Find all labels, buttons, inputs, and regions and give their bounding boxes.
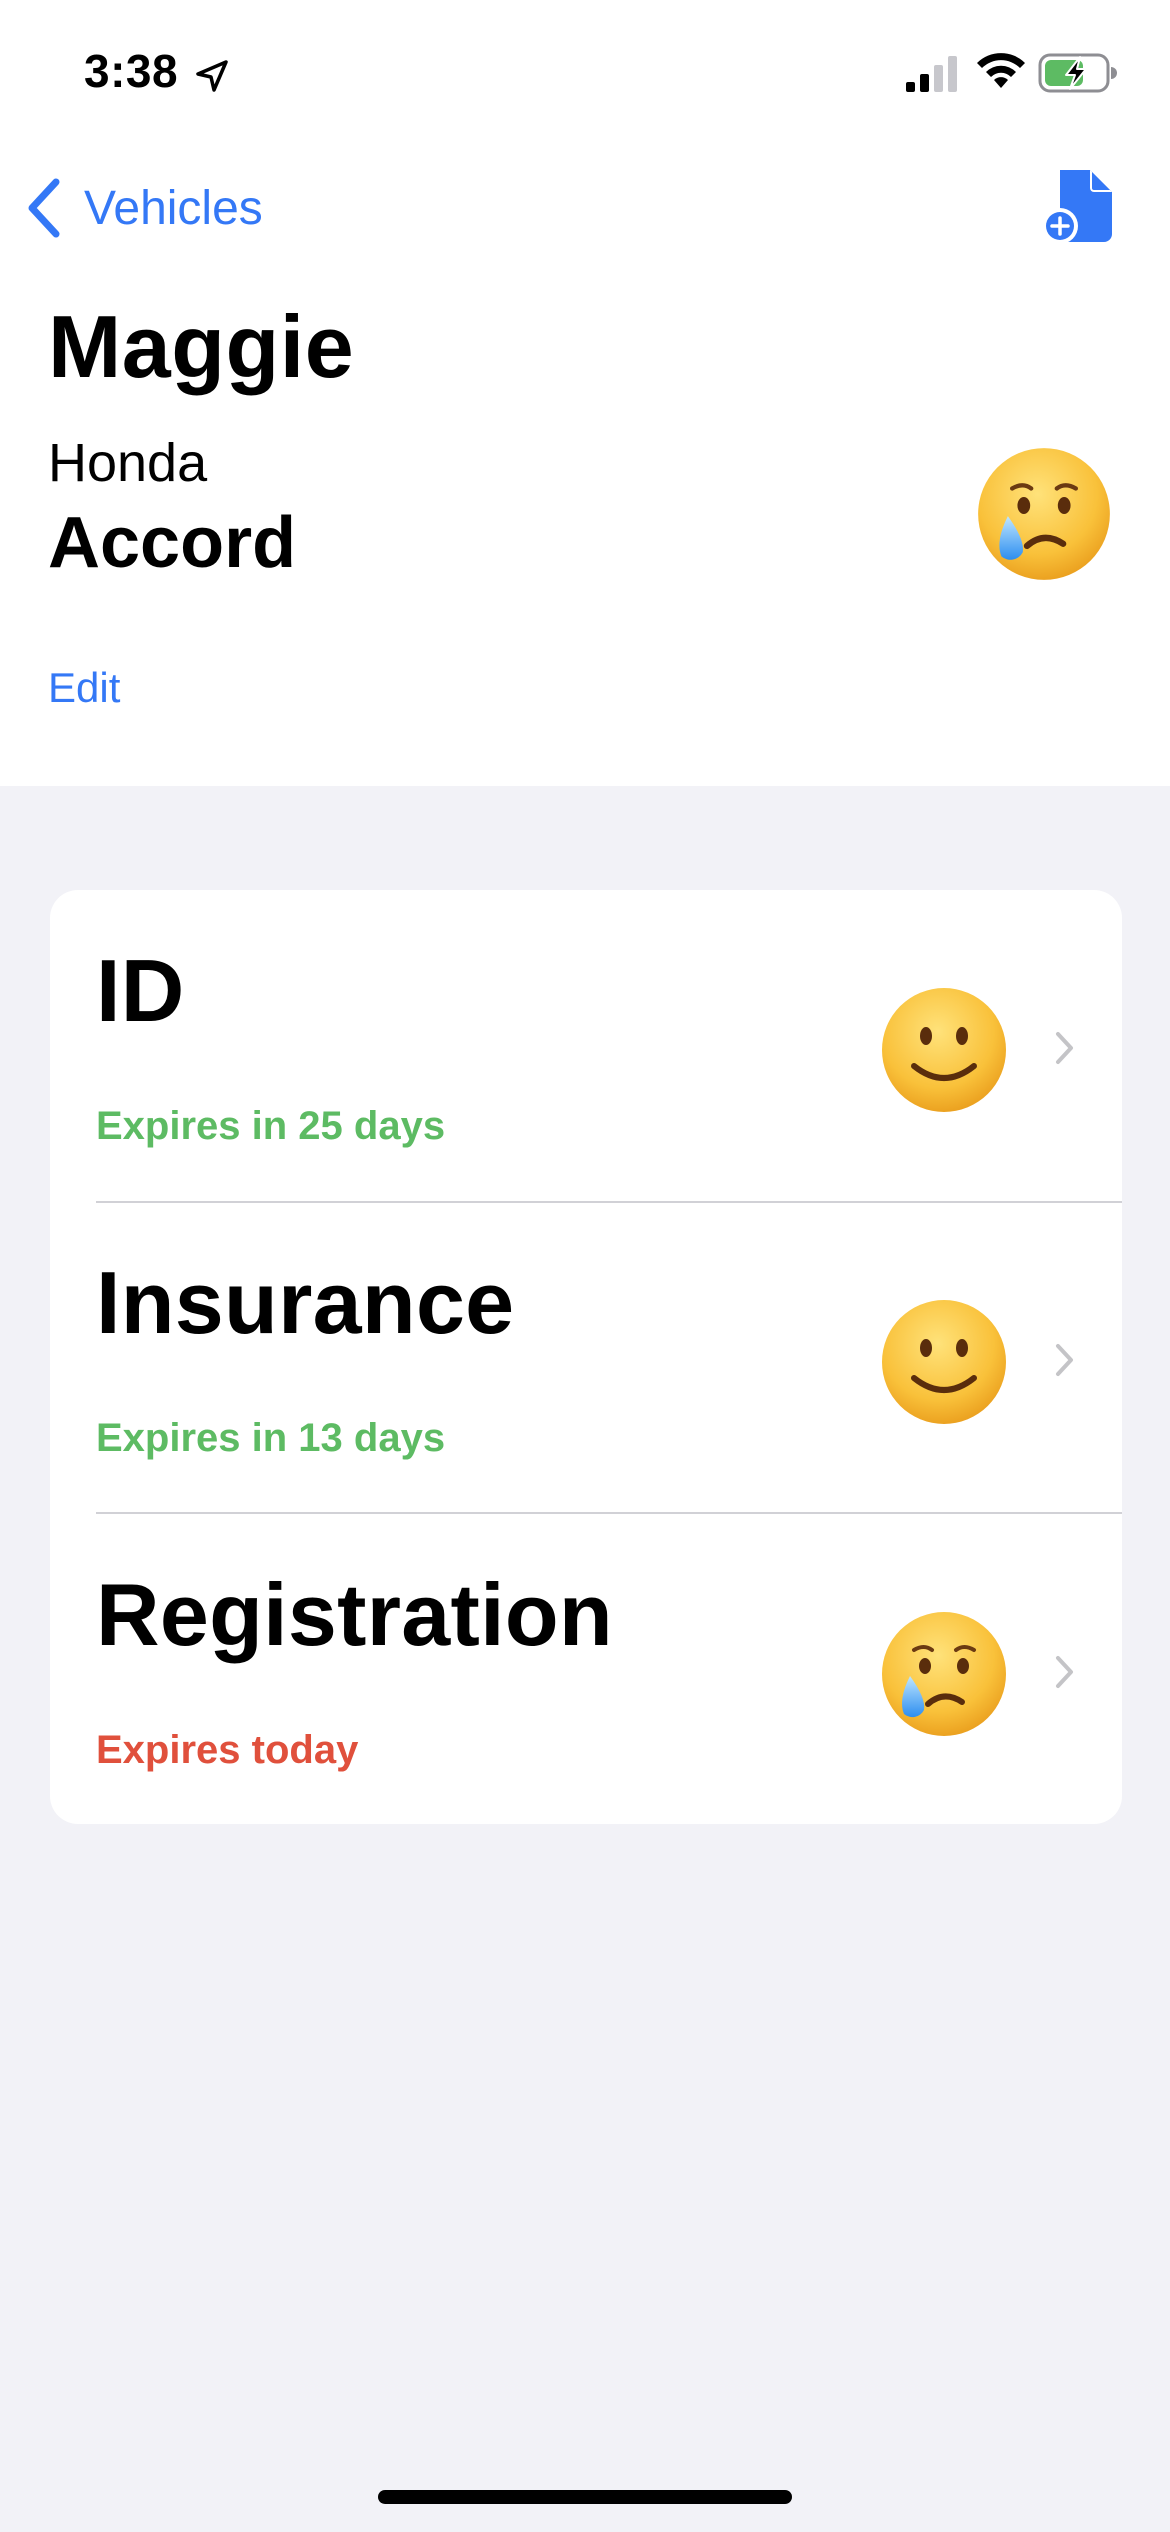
documents-card: ID Expires in 25 days Insurance Expires …	[50, 890, 1122, 1824]
location-arrow-icon	[196, 60, 228, 92]
document-title: Insurance	[96, 1253, 515, 1352]
vehicle-name: Maggie	[48, 297, 355, 396]
chevron-right-icon	[1056, 1656, 1073, 1688]
document-expiry-status: Expires in 13 days	[96, 1416, 446, 1460]
chevron-left-icon	[28, 178, 60, 238]
chevron-right-icon	[1056, 1344, 1073, 1376]
document-row-id[interactable]: ID Expires in 25 days	[50, 890, 1122, 1202]
document-title: Registration	[96, 1565, 613, 1664]
smiling-face-icon	[882, 1300, 1006, 1424]
document-title: ID	[96, 941, 185, 1040]
add-document-icon[interactable]	[1040, 166, 1116, 250]
back-label: Vehicles	[84, 181, 263, 235]
document-expiry-status: Expires today	[96, 1728, 359, 1772]
document-expiry-status: Expires in 25 days	[96, 1104, 446, 1148]
vehicle-make: Honda	[48, 433, 208, 493]
document-row-registration[interactable]: Registration Expires today	[50, 1514, 1122, 1824]
battery-charging-icon	[1038, 53, 1117, 93]
cellular-signal-icon	[906, 56, 957, 92]
crying-face-icon	[978, 448, 1110, 580]
back-button[interactable]: Vehicles	[24, 170, 263, 246]
header-area: 3:38 Vehicles Maggie Honda Accord Edit	[0, 0, 1170, 786]
smiling-face-icon	[882, 988, 1006, 1112]
document-row-insurance[interactable]: Insurance Expires in 13 days	[50, 1202, 1122, 1514]
status-time: 3:38	[84, 45, 179, 97]
chevron-right-icon	[1056, 1032, 1073, 1064]
crying-face-icon	[882, 1612, 1006, 1736]
wifi-icon	[977, 53, 1025, 88]
screen: 3:38 Vehicles Maggie Honda Accord Edit I…	[0, 0, 1170, 2532]
home-indicator[interactable]	[378, 2490, 792, 2504]
edit-link[interactable]: Edit	[48, 664, 120, 712]
vehicle-model: Accord	[48, 503, 297, 583]
